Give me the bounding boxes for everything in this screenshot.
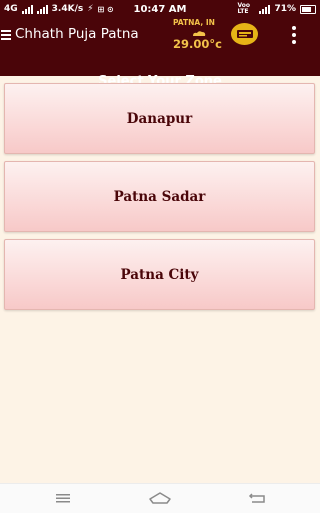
battery-icon <box>300 4 316 14</box>
carrier-label: Voo LTE <box>237 2 251 15</box>
hamburger-menu-icon[interactable] <box>0 28 12 42</box>
zone-label: Danapur <box>126 110 193 127</box>
zone-label: Patna City <box>120 266 199 283</box>
notification-icons: ⊞ ⊙ <box>97 4 114 14</box>
ticket-icon <box>236 30 253 38</box>
zone-button-danapur[interactable]: Danapur <box>4 83 315 154</box>
more-vertical-icon[interactable] <box>290 26 298 44</box>
cloud-sun-icon <box>193 31 206 36</box>
zone-button-patna-sadar[interactable]: Patna Sadar <box>4 161 315 232</box>
usb-icon: ⚡ <box>87 4 94 14</box>
network-speed: 3.4K/s <box>51 4 84 14</box>
battery-percent: 71% <box>274 4 296 14</box>
home-icon[interactable] <box>147 490 173 506</box>
signal-icon-2 <box>36 4 48 14</box>
weather-city: PATNA, IN <box>173 18 215 27</box>
zone-button-patna-city[interactable]: Patna City <box>4 239 315 310</box>
zone-label: Patna Sadar <box>113 188 206 205</box>
network-type: 4G <box>4 4 18 14</box>
app-badge-icon[interactable] <box>231 23 258 45</box>
status-right: Voo LTE 71% <box>237 3 316 15</box>
weather-temp: 29.00°c <box>173 37 222 51</box>
app-bar: Chhath Puja Patna PATNA, IN 29.00°c Sele… <box>0 18 320 89</box>
navigation-bar <box>0 483 320 513</box>
back-icon[interactable] <box>244 490 270 506</box>
cell-signal-icon <box>259 4 271 14</box>
recents-icon[interactable] <box>50 490 76 506</box>
app-title: Chhath Puja Patna <box>15 26 139 42</box>
status-left: 4G 3.4K/s ⚡ ⊞ ⊙ <box>4 4 114 14</box>
status-bar: 4G 3.4K/s ⚡ ⊞ ⊙ 10:47 AM Voo LTE 71% <box>0 0 320 18</box>
signal-icon <box>21 4 33 14</box>
